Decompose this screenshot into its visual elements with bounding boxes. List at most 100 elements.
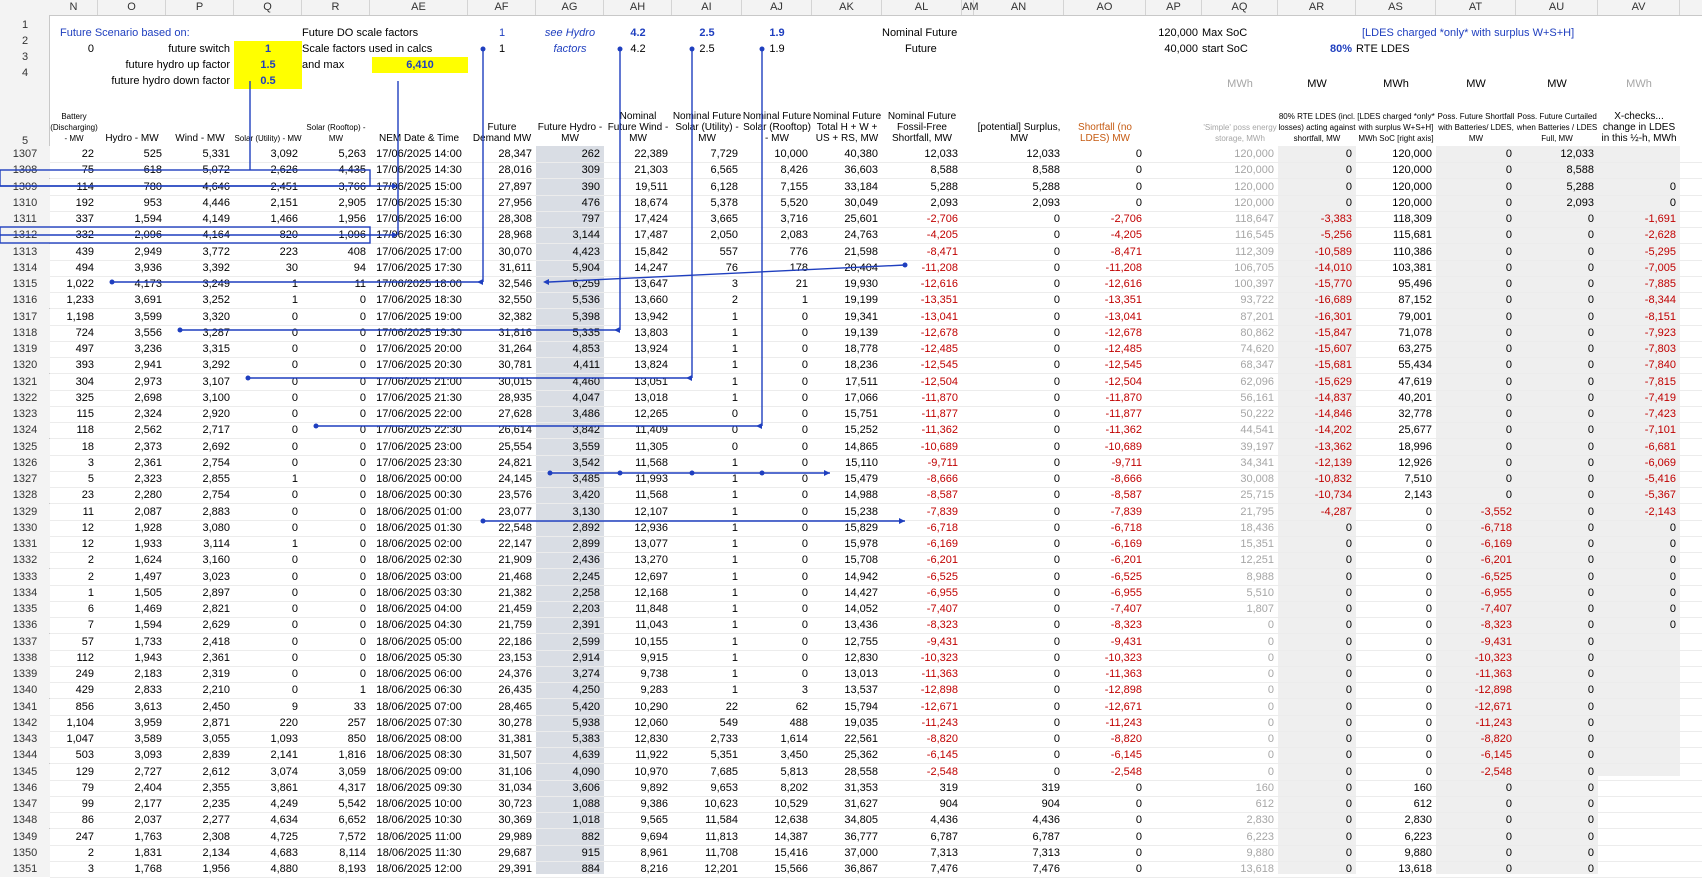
cell-ag[interactable]: 797 bbox=[536, 211, 604, 227]
cell-au[interactable]: 0 bbox=[1516, 406, 1598, 422]
cell-r[interactable]: 4,317 bbox=[302, 780, 370, 796]
cell-ag[interactable]: 884 bbox=[536, 861, 604, 877]
cell-at[interactable]: -3,552 bbox=[1436, 504, 1516, 520]
cell-p[interactable]: 2,821 bbox=[166, 601, 234, 617]
cell-av[interactable]: 0 bbox=[1598, 195, 1680, 211]
cell-ao[interactable]: -11,362 bbox=[1064, 422, 1146, 438]
cell-as[interactable]: 115,681 bbox=[1356, 227, 1436, 243]
cell-ai[interactable]: 1 bbox=[672, 650, 742, 666]
cell-aj[interactable]: 0 bbox=[742, 309, 812, 325]
cell-ao[interactable]: -6,955 bbox=[1064, 585, 1146, 601]
cell-ae[interactable]: 17/06/2025 18:30 bbox=[370, 292, 468, 308]
cell-at[interactable]: -6,955 bbox=[1436, 585, 1516, 601]
column-header-p[interactable]: P bbox=[166, 0, 234, 15]
cell-au[interactable]: 0 bbox=[1516, 292, 1598, 308]
cell-ar[interactable]: 0 bbox=[1278, 829, 1356, 845]
cell-ae[interactable]: 18/06/2025 07:00 bbox=[370, 699, 468, 715]
cell-an[interactable]: 0 bbox=[974, 650, 1064, 666]
cell-aq[interactable]: 120,000 bbox=[1202, 195, 1278, 211]
cell-aj[interactable]: 178 bbox=[742, 260, 812, 276]
cell-af[interactable]: 28,968 bbox=[468, 227, 536, 243]
cell-p[interactable]: 2,920 bbox=[166, 406, 234, 422]
cell-q[interactable]: 9 bbox=[234, 699, 302, 715]
cell-aj[interactable]: 5,813 bbox=[742, 764, 812, 780]
cell-o[interactable]: 3,613 bbox=[98, 699, 166, 715]
cell-as[interactable]: 120,000 bbox=[1356, 146, 1436, 162]
cell-aj[interactable]: 1 bbox=[742, 292, 812, 308]
cell-ao[interactable]: -6,718 bbox=[1064, 520, 1146, 536]
cell-as[interactable]: 0 bbox=[1356, 536, 1436, 552]
cell-ae[interactable]: 18/06/2025 12:00 bbox=[370, 861, 468, 877]
cell-ag[interactable]: 2,892 bbox=[536, 520, 604, 536]
cell-ag[interactable]: 2,899 bbox=[536, 536, 604, 552]
cell-af[interactable]: 28,016 bbox=[468, 162, 536, 178]
cell-n[interactable]: 1,198 bbox=[50, 309, 98, 325]
cell-as[interactable]: 0 bbox=[1356, 764, 1436, 780]
cell-r[interactable]: 0 bbox=[302, 374, 370, 390]
cell-af[interactable]: 27,628 bbox=[468, 406, 536, 422]
cell-au[interactable]: 0 bbox=[1516, 520, 1598, 536]
cell-ai[interactable]: 1 bbox=[672, 520, 742, 536]
cell-af[interactable]: 22,186 bbox=[468, 634, 536, 650]
cell-ai[interactable]: 7,685 bbox=[672, 764, 742, 780]
cell-at[interactable]: -8,820 bbox=[1436, 731, 1516, 747]
cell-aj[interactable]: 0 bbox=[742, 552, 812, 568]
cell-aq[interactable]: 612 bbox=[1202, 796, 1278, 812]
cell-aq[interactable]: 30,008 bbox=[1202, 471, 1278, 487]
cell-as[interactable]: 47,619 bbox=[1356, 374, 1436, 390]
cell-au[interactable]: 0 bbox=[1516, 244, 1598, 260]
cell-an[interactable]: 12,033 bbox=[974, 146, 1064, 162]
cell-af[interactable]: 29,687 bbox=[468, 845, 536, 861]
cell-at[interactable]: 0 bbox=[1436, 374, 1516, 390]
cell-ah[interactable]: 10,970 bbox=[604, 764, 672, 780]
cell-af[interactable]: 22,548 bbox=[468, 520, 536, 536]
cell-ak[interactable]: 14,988 bbox=[812, 487, 882, 503]
cell-as[interactable]: 7,510 bbox=[1356, 471, 1436, 487]
cell-aq[interactable]: 0 bbox=[1202, 682, 1278, 698]
cell-an[interactable]: 0 bbox=[974, 504, 1064, 520]
cell-as[interactable]: 0 bbox=[1356, 650, 1436, 666]
cell-o[interactable]: 3,959 bbox=[98, 715, 166, 731]
cell-al[interactable]: 319 bbox=[882, 780, 962, 796]
cell-ai[interactable]: 1 bbox=[672, 682, 742, 698]
cell-ar[interactable]: 0 bbox=[1278, 179, 1356, 195]
cell-ak[interactable]: 25,362 bbox=[812, 747, 882, 763]
row-header[interactable]: 1318 bbox=[0, 324, 50, 341]
cell-av[interactable]: -5,295 bbox=[1598, 244, 1680, 260]
cell-an[interactable]: 0 bbox=[974, 325, 1064, 341]
cell-an[interactable]: 2,093 bbox=[974, 195, 1064, 211]
cell-aj[interactable]: 0 bbox=[742, 536, 812, 552]
cell-p[interactable]: 3,320 bbox=[166, 309, 234, 325]
cell-q[interactable]: 0 bbox=[234, 569, 302, 585]
cell-ai[interactable]: 11,708 bbox=[672, 845, 742, 861]
cell-ak[interactable]: 12,830 bbox=[812, 650, 882, 666]
cell-ah[interactable]: 9,738 bbox=[604, 666, 672, 682]
cell-ar[interactable]: 0 bbox=[1278, 520, 1356, 536]
cell-au[interactable]: 0 bbox=[1516, 699, 1598, 715]
cell-ag[interactable]: 2,436 bbox=[536, 552, 604, 568]
cell-aj[interactable]: 0 bbox=[742, 601, 812, 617]
cell-ae[interactable]: 17/06/2025 19:30 bbox=[370, 325, 468, 341]
cell-at[interactable]: -6,169 bbox=[1436, 536, 1516, 552]
cell-r[interactable]: 0 bbox=[302, 422, 370, 438]
cell-ar[interactable]: -13,362 bbox=[1278, 439, 1356, 455]
cell-ar[interactable]: 0 bbox=[1278, 796, 1356, 812]
column-header-at[interactable]: AT bbox=[1436, 0, 1516, 15]
cell-r[interactable]: 8,193 bbox=[302, 861, 370, 877]
cell-ak[interactable]: 34,805 bbox=[812, 812, 882, 828]
cell-r[interactable]: 1,956 bbox=[302, 211, 370, 227]
cell-ao[interactable]: -12,898 bbox=[1064, 682, 1146, 698]
cell-ao[interactable]: -11,208 bbox=[1064, 260, 1146, 276]
cell-ae[interactable]: 18/06/2025 07:30 bbox=[370, 715, 468, 731]
cell-au[interactable]: 0 bbox=[1516, 325, 1598, 341]
cell-au[interactable]: 0 bbox=[1516, 341, 1598, 357]
cell-ae[interactable]: 18/06/2025 08:30 bbox=[370, 747, 468, 763]
cell-aq[interactable]: 39,197 bbox=[1202, 439, 1278, 455]
cell-aj[interactable]: 0 bbox=[742, 455, 812, 471]
cell-ar[interactable]: 0 bbox=[1278, 666, 1356, 682]
cell-o[interactable]: 2,562 bbox=[98, 422, 166, 438]
cell-al[interactable]: -13,041 bbox=[882, 309, 962, 325]
cell-aq[interactable]: 74,620 bbox=[1202, 341, 1278, 357]
cell-ag[interactable]: 4,853 bbox=[536, 341, 604, 357]
cell-n[interactable]: 1 bbox=[50, 585, 98, 601]
